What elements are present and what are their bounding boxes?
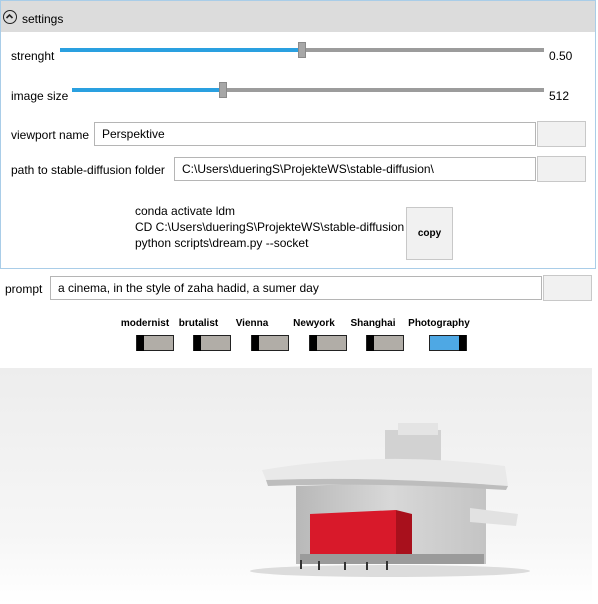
generated-image (0, 368, 592, 604)
path-input[interactable]: C:\Users\dueringS\ProjekteWS\stable-diff… (174, 157, 536, 181)
viewport-name-input[interactable]: Perspektive (94, 122, 536, 146)
image-size-slider[interactable] (72, 81, 544, 99)
strength-slider[interactable] (60, 41, 544, 59)
style-toggle-shanghai[interactable] (366, 335, 404, 351)
style-toggle-brutalist[interactable] (193, 335, 231, 351)
style-label-modernist: modernist (120, 318, 170, 329)
settings-header[interactable] (1, 1, 595, 32)
style-label-brutalist: brutalist (178, 318, 219, 329)
path-browse-button[interactable] (537, 156, 586, 182)
toggle-knob (367, 335, 374, 351)
settings-header-label: settings (22, 12, 64, 26)
toggle-knob (459, 335, 466, 351)
prompt-label: prompt (5, 282, 43, 296)
prompt-submit-button[interactable] (543, 275, 592, 301)
strength-thumb[interactable] (298, 42, 306, 58)
image-size-value: 512 (549, 89, 570, 103)
command-line-1: conda activate ldm (135, 204, 236, 218)
path-label: path to stable-diffusion folder (11, 163, 165, 177)
command-line-3: python scripts\dream.py --socket (135, 236, 309, 250)
style-toggle-photography[interactable] (429, 335, 467, 351)
toggle-knob (137, 335, 144, 351)
chevron-up-icon[interactable] (3, 10, 17, 24)
strength-label: strenght (11, 49, 55, 63)
copy-button[interactable]: copy (406, 207, 453, 260)
viewport-name-label: viewport name (11, 128, 90, 142)
style-label-shanghai: Shanghai (350, 318, 396, 329)
command-line-2: CD C:\Users\dueringS\ProjekteWS\stable-d… (135, 220, 405, 234)
style-toggle-modernist[interactable] (136, 335, 174, 351)
strength-value: 0.50 (549, 49, 573, 63)
style-toggle-newyork[interactable] (309, 335, 347, 351)
style-toggle-vienna[interactable] (251, 335, 289, 351)
image-size-fill (72, 88, 223, 92)
toggle-knob (194, 335, 201, 351)
strength-fill (60, 48, 302, 52)
prompt-input[interactable]: a cinema, in the style of zaha hadid, a … (50, 276, 542, 300)
toggle-knob (310, 335, 317, 351)
viewport-name-button[interactable] (537, 121, 586, 147)
style-label-newyork: Newyork (293, 318, 335, 329)
image-size-label: image size (11, 89, 69, 103)
toggle-knob (252, 335, 259, 351)
style-label-vienna: Vienna (235, 318, 269, 329)
style-label-photography: Photography (408, 318, 470, 329)
image-size-thumb[interactable] (219, 82, 227, 98)
